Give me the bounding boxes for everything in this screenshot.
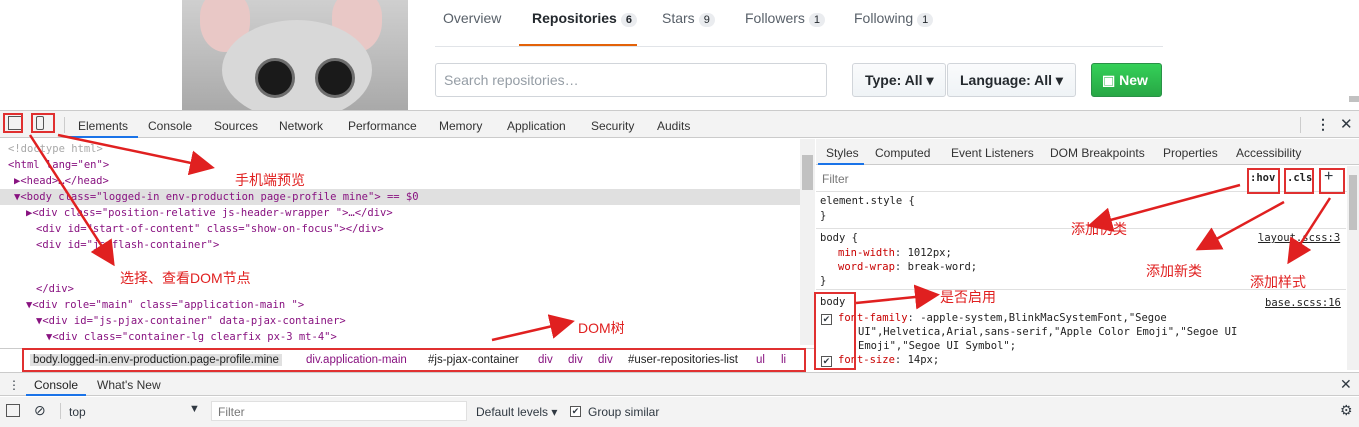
console-filter-input[interactable]: Filter bbox=[211, 401, 467, 421]
css-value-continuation: Emoji","Segoe UI Symbol"; bbox=[858, 340, 1017, 352]
tab-console[interactable]: Console bbox=[148, 119, 192, 133]
tab-elements[interactable]: Elements bbox=[78, 119, 128, 133]
tab-styles[interactable]: Styles bbox=[826, 146, 859, 160]
tab-sources[interactable]: Sources bbox=[214, 119, 258, 133]
divider bbox=[435, 46, 1163, 47]
dom-line-selected[interactable]: ▼<body class="logged-in env-production p… bbox=[0, 189, 800, 205]
breadcrumb-highlight-box bbox=[22, 348, 806, 372]
tab-following[interactable]: Following 1 bbox=[854, 10, 934, 27]
context-select[interactable]: top bbox=[69, 405, 86, 419]
close-icon[interactable]: ✕ bbox=[1340, 376, 1352, 393]
css-property[interactable]: font-family: -apple-system,BlinkMacSyste… bbox=[838, 312, 1167, 324]
source-link[interactable]: layout.scss:3 bbox=[1258, 232, 1340, 244]
tab-accessibility[interactable]: Accessibility bbox=[1236, 146, 1301, 160]
hov-highlight-box bbox=[1247, 168, 1280, 194]
tab-application[interactable]: Application bbox=[507, 119, 566, 133]
annotation-select-node: 选择、查看DOM节点 bbox=[120, 270, 251, 286]
group-similar-checkbox[interactable]: ✔ bbox=[570, 406, 581, 417]
css-property[interactable]: min-width: 1012px; bbox=[838, 247, 952, 259]
tab-repositories[interactable]: Repositories 6 bbox=[532, 10, 637, 27]
tab-computed[interactable]: Computed bbox=[875, 146, 930, 160]
repo-icon: ▣ bbox=[1102, 72, 1120, 88]
tab-memory[interactable]: Memory bbox=[439, 119, 482, 133]
tab-console-drawer[interactable]: Console bbox=[34, 378, 78, 392]
dom-line[interactable]: <div id="start-of-content" class="show-o… bbox=[0, 221, 800, 237]
annotation-dom-tree: DOM树 bbox=[578, 320, 625, 336]
dom-line[interactable]: ▶<div class="position-relative js-header… bbox=[0, 205, 800, 221]
tab-event-listeners[interactable]: Event Listeners bbox=[951, 146, 1034, 160]
styles-tabbar: Styles Computed Event Listeners DOM Brea… bbox=[816, 139, 1359, 165]
tab-followers[interactable]: Followers 1 bbox=[745, 10, 826, 27]
log-levels-select[interactable]: Default levels ▾ bbox=[476, 405, 557, 419]
console-toolbar: ⊘ top ▼ Filter Default levels ▾ ✔ Group … bbox=[0, 397, 1359, 427]
annotation-add-pseudo: 添加伪类 bbox=[1071, 221, 1127, 237]
search-repositories-input[interactable]: Search repositories… bbox=[435, 63, 827, 97]
checkbox-highlight-box bbox=[814, 292, 856, 370]
rule-selector: body { bbox=[820, 232, 858, 244]
type-filter-button[interactable]: Type: All ▾ bbox=[852, 63, 947, 97]
clear-console-icon[interactable]: ⊘ bbox=[34, 402, 46, 419]
active-tab-indicator bbox=[66, 136, 138, 138]
annotation-add-style: 添加样式 bbox=[1250, 274, 1306, 290]
language-filter-button[interactable]: Language: All ▾ bbox=[947, 63, 1076, 97]
new-repo-button[interactable]: ▣ New bbox=[1091, 63, 1162, 97]
dom-line[interactable]: ▼<div class="container-lg clearfix px-3 … bbox=[0, 329, 800, 345]
annotation-add-class: 添加新类 bbox=[1146, 263, 1202, 279]
tab-security[interactable]: Security bbox=[591, 119, 634, 133]
tab-performance[interactable]: Performance bbox=[348, 119, 417, 133]
devtools-tabbar: Elements Console Sources Network Perform… bbox=[0, 110, 1359, 138]
sidebar-toggle-icon[interactable] bbox=[6, 404, 20, 417]
elements-dom-tree: <!doctype html> <html lang="en"> ▶<head>… bbox=[0, 139, 815, 345]
dom-line[interactable]: ▼<div role="main" class="application-mai… bbox=[0, 297, 800, 313]
device-highlight-box bbox=[31, 113, 55, 133]
css-value-continuation: UI",Helvetica,Arial,sans-serif,"Apple Co… bbox=[858, 326, 1238, 338]
chevron-down-icon[interactable]: ▼ bbox=[189, 403, 200, 415]
group-similar-label: Group similar bbox=[588, 405, 660, 419]
dom-line[interactable] bbox=[0, 253, 800, 269]
tab-audits[interactable]: Audits bbox=[657, 119, 690, 133]
drawer-tabbar: ⋮ Console What's New ✕ bbox=[0, 372, 1359, 396]
css-property[interactable]: word-wrap: break-word; bbox=[838, 261, 977, 273]
rule-selector: element.style { bbox=[820, 195, 915, 207]
tab-whats-new[interactable]: What's New bbox=[97, 378, 161, 392]
rule-close: } bbox=[820, 210, 827, 222]
dom-line[interactable]: <html lang="en"> bbox=[0, 157, 800, 173]
scrollbar-thumb[interactable] bbox=[1349, 175, 1357, 230]
dom-line[interactable]: ▶<head>…</head> bbox=[0, 173, 800, 189]
dom-line[interactable]: <div id="js-flash-container"> bbox=[0, 237, 800, 253]
rule-close: } bbox=[820, 275, 827, 287]
avatar bbox=[182, 0, 408, 110]
styles-filter-input[interactable]: Filter bbox=[822, 172, 849, 186]
scrollbar-thumb[interactable] bbox=[802, 155, 813, 190]
annotation-mobile-preview: 手机端预览 bbox=[235, 172, 305, 188]
gear-icon[interactable]: ⚙ bbox=[1340, 402, 1353, 419]
plus-highlight-box bbox=[1319, 168, 1345, 194]
drawer-menu-icon[interactable]: ⋮ bbox=[8, 378, 20, 392]
tab-dom-breakpoints[interactable]: DOM Breakpoints bbox=[1050, 146, 1145, 160]
dom-line[interactable]: ▼<div id="js-pjax-container" data-pjax-c… bbox=[0, 313, 800, 329]
source-link[interactable]: base.scss:16 bbox=[1265, 297, 1341, 309]
tab-overview[interactable]: Overview bbox=[443, 10, 501, 26]
cls-highlight-box bbox=[1284, 168, 1314, 194]
active-tab-indicator bbox=[26, 394, 86, 396]
tab-stars[interactable]: Stars 9 bbox=[662, 10, 715, 27]
tab-properties[interactable]: Properties bbox=[1163, 146, 1218, 160]
tab-network[interactable]: Network bbox=[279, 119, 323, 133]
dom-line[interactable]: <!doctype html> bbox=[0, 141, 800, 157]
annotation-enable-toggle: 是否启用 bbox=[940, 289, 996, 305]
scrollbar[interactable] bbox=[1349, 96, 1359, 102]
close-icon[interactable]: ✕ bbox=[1340, 115, 1353, 133]
inspect-highlight-box bbox=[3, 113, 23, 133]
active-tab-indicator bbox=[818, 163, 864, 165]
more-menu-icon[interactable]: ⋮ bbox=[1316, 116, 1330, 133]
